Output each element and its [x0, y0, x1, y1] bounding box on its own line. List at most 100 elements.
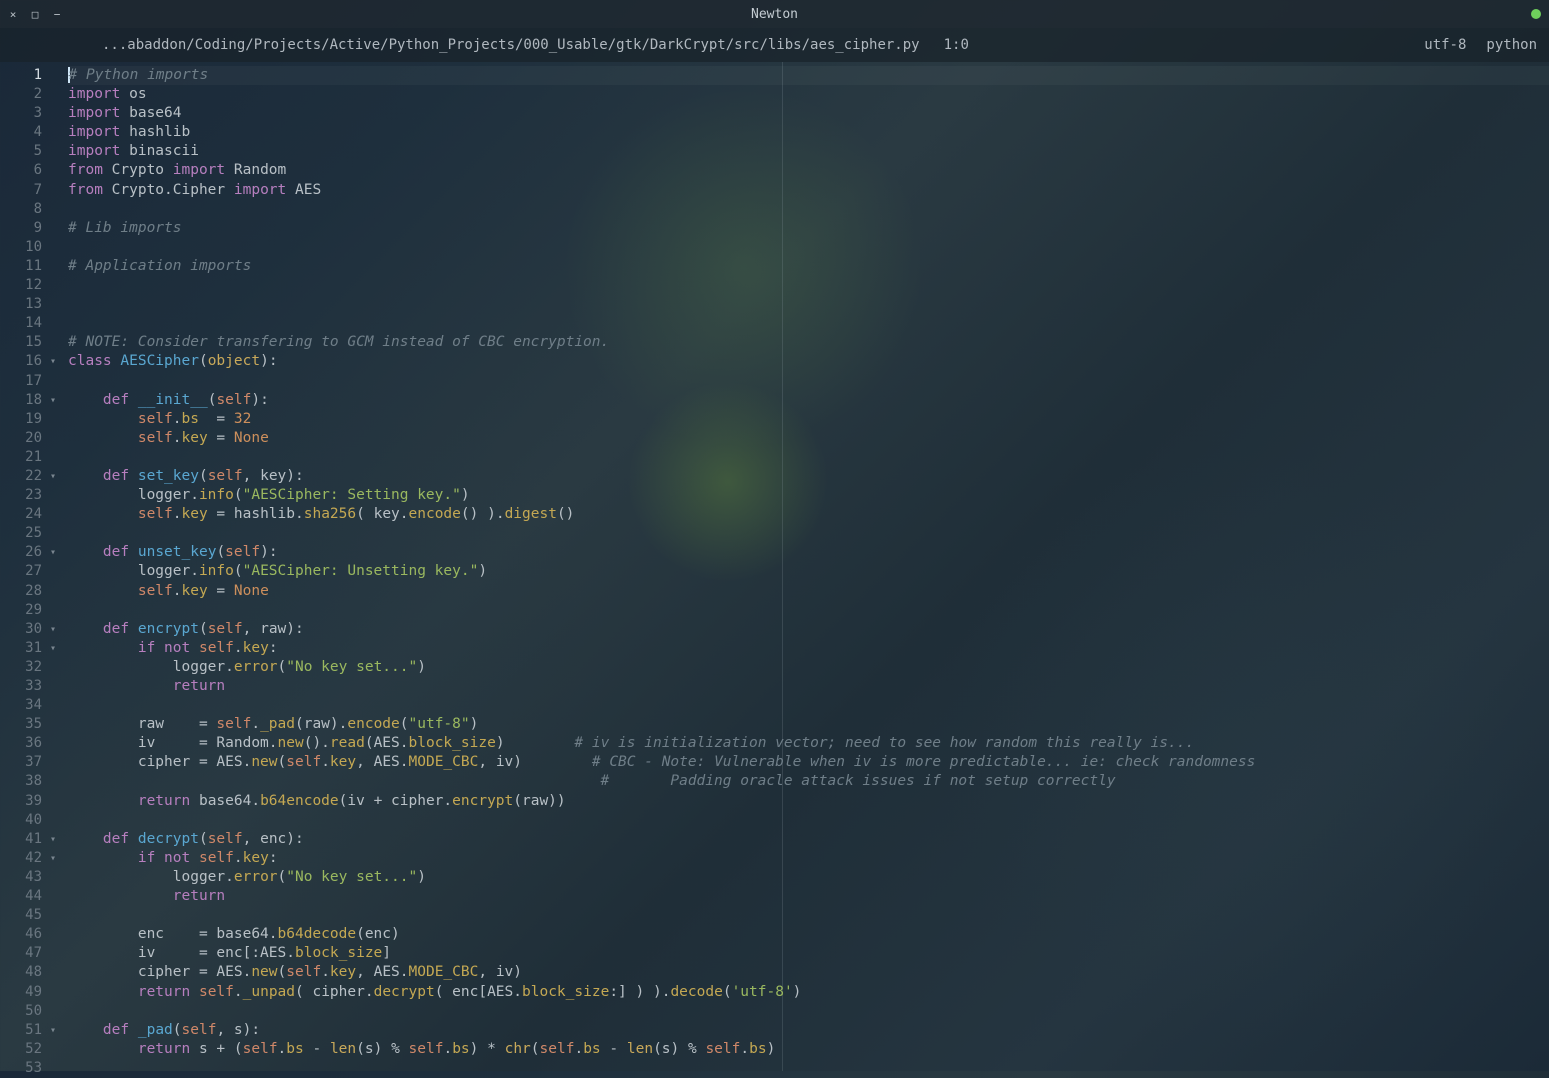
code-line[interactable]: iv = Random.new().read(AES.block_size) #…: [68, 734, 1549, 753]
encoding-label[interactable]: utf-8: [1424, 37, 1466, 53]
line-number[interactable]: 29: [0, 601, 42, 620]
line-number[interactable]: 3: [0, 104, 42, 123]
code-line[interactable]: # Lib imports: [68, 219, 1549, 238]
minimize-icon[interactable]: −: [52, 9, 62, 19]
code-line[interactable]: logger.info("AESCipher: Setting key."): [68, 486, 1549, 505]
code-line[interactable]: [68, 1059, 1549, 1078]
line-number[interactable]: 22: [0, 467, 42, 486]
line-number[interactable]: 7: [0, 181, 42, 200]
line-number[interactable]: 53: [0, 1059, 42, 1078]
code-line[interactable]: import hashlib: [68, 123, 1549, 142]
code-line[interactable]: [68, 276, 1549, 295]
line-number[interactable]: 5: [0, 142, 42, 161]
fold-icon[interactable]: ▾: [50, 352, 64, 371]
editor[interactable]: 1234567891011121314151617181920212223242…: [0, 62, 1549, 1071]
line-number[interactable]: 27: [0, 562, 42, 581]
code-line[interactable]: self.key = None: [68, 582, 1549, 601]
line-number[interactable]: 49: [0, 983, 42, 1002]
code-line[interactable]: [68, 238, 1549, 257]
code-line[interactable]: [68, 314, 1549, 333]
code-line[interactable]: cipher = AES.new(self.key, AES.MODE_CBC,…: [68, 963, 1549, 982]
line-number[interactable]: 8: [0, 200, 42, 219]
code-line[interactable]: return base64.b64encode(iv + cipher.encr…: [68, 792, 1549, 811]
line-number[interactable]: 4: [0, 123, 42, 142]
code-line[interactable]: [68, 524, 1549, 543]
code-line[interactable]: # Padding oracle attack issues if not se…: [68, 772, 1549, 791]
line-number[interactable]: 16: [0, 352, 42, 371]
line-number[interactable]: 34: [0, 696, 42, 715]
line-number[interactable]: 30: [0, 620, 42, 639]
code-line[interactable]: [68, 1002, 1549, 1021]
code-line[interactable]: # Application imports: [68, 257, 1549, 276]
fold-icon[interactable]: ▾: [50, 620, 64, 639]
line-number[interactable]: 32: [0, 658, 42, 677]
code-line[interactable]: [68, 696, 1549, 715]
code-area[interactable]: # Python importsimport osimport base64im…: [64, 62, 1549, 1071]
code-line[interactable]: logger.error("No key set..."): [68, 658, 1549, 677]
code-line[interactable]: def decrypt(self, enc):: [68, 830, 1549, 849]
code-line[interactable]: return self._unpad( cipher.decrypt( enc[…: [68, 983, 1549, 1002]
fold-icon[interactable]: ▾: [50, 543, 64, 562]
line-number[interactable]: 24: [0, 505, 42, 524]
line-number[interactable]: 26: [0, 543, 42, 562]
line-number[interactable]: 36: [0, 734, 42, 753]
fold-icon[interactable]: ▾: [50, 1021, 64, 1040]
code-line[interactable]: logger.info("AESCipher: Unsetting key."): [68, 562, 1549, 581]
line-number[interactable]: 48: [0, 963, 42, 982]
line-number[interactable]: 12: [0, 276, 42, 295]
line-number[interactable]: 51: [0, 1021, 42, 1040]
fold-icon[interactable]: ▾: [50, 639, 64, 658]
line-number[interactable]: 46: [0, 925, 42, 944]
line-number[interactable]: 25: [0, 524, 42, 543]
line-number[interactable]: 40: [0, 811, 42, 830]
code-line[interactable]: [68, 295, 1549, 314]
code-line[interactable]: [68, 811, 1549, 830]
line-number[interactable]: 1: [0, 66, 42, 85]
line-number[interactable]: 42: [0, 849, 42, 868]
line-number[interactable]: 35: [0, 715, 42, 734]
code-line[interactable]: if not self.key:: [68, 639, 1549, 658]
line-number[interactable]: 13: [0, 295, 42, 314]
line-number[interactable]: 52: [0, 1040, 42, 1059]
line-number[interactable]: 15: [0, 333, 42, 352]
line-number-gutter[interactable]: 1234567891011121314151617181920212223242…: [0, 62, 50, 1071]
code-line[interactable]: def unset_key(self):: [68, 543, 1549, 562]
code-line[interactable]: # NOTE: Consider transfering to GCM inst…: [68, 333, 1549, 352]
line-number[interactable]: 19: [0, 410, 42, 429]
line-number[interactable]: 37: [0, 753, 42, 772]
line-number[interactable]: 18: [0, 391, 42, 410]
titlebar[interactable]: × □ − Newton: [0, 0, 1549, 28]
code-line[interactable]: [68, 448, 1549, 467]
code-line[interactable]: def set_key(self, key):: [68, 467, 1549, 486]
code-line[interactable]: from Crypto import Random: [68, 161, 1549, 180]
line-number[interactable]: 43: [0, 868, 42, 887]
line-number[interactable]: 50: [0, 1002, 42, 1021]
line-number[interactable]: 44: [0, 887, 42, 906]
code-line[interactable]: return s + (self.bs - len(s) % self.bs) …: [68, 1040, 1549, 1059]
code-line[interactable]: cipher = AES.new(self.key, AES.MODE_CBC,…: [68, 753, 1549, 772]
line-number[interactable]: 31: [0, 639, 42, 658]
line-number[interactable]: 11: [0, 257, 42, 276]
line-number[interactable]: 38: [0, 772, 42, 791]
file-tab[interactable]: ...abaddon/Coding/Projects/Active/Python…: [12, 31, 920, 59]
code-line[interactable]: # Python imports: [68, 66, 1549, 85]
close-icon[interactable]: ×: [8, 9, 18, 19]
code-line[interactable]: from Crypto.Cipher import AES: [68, 181, 1549, 200]
line-number[interactable]: 9: [0, 219, 42, 238]
line-number[interactable]: 41: [0, 830, 42, 849]
code-line[interactable]: import os: [68, 85, 1549, 104]
code-line[interactable]: class AESCipher(object):: [68, 352, 1549, 371]
line-number[interactable]: 6: [0, 161, 42, 180]
line-number[interactable]: 14: [0, 314, 42, 333]
line-number[interactable]: 28: [0, 582, 42, 601]
line-number[interactable]: 17: [0, 372, 42, 391]
language-label[interactable]: python: [1486, 37, 1537, 53]
line-number[interactable]: 23: [0, 486, 42, 505]
code-line[interactable]: raw = self._pad(raw).encode("utf-8"): [68, 715, 1549, 734]
code-line[interactable]: def encrypt(self, raw):: [68, 620, 1549, 639]
code-line[interactable]: [68, 906, 1549, 925]
fold-gutter[interactable]: ▾▾▾▾▾▾▾▾▾: [50, 62, 64, 1071]
line-number[interactable]: 21: [0, 448, 42, 467]
code-line[interactable]: logger.error("No key set..."): [68, 868, 1549, 887]
code-line[interactable]: self.key = None: [68, 429, 1549, 448]
